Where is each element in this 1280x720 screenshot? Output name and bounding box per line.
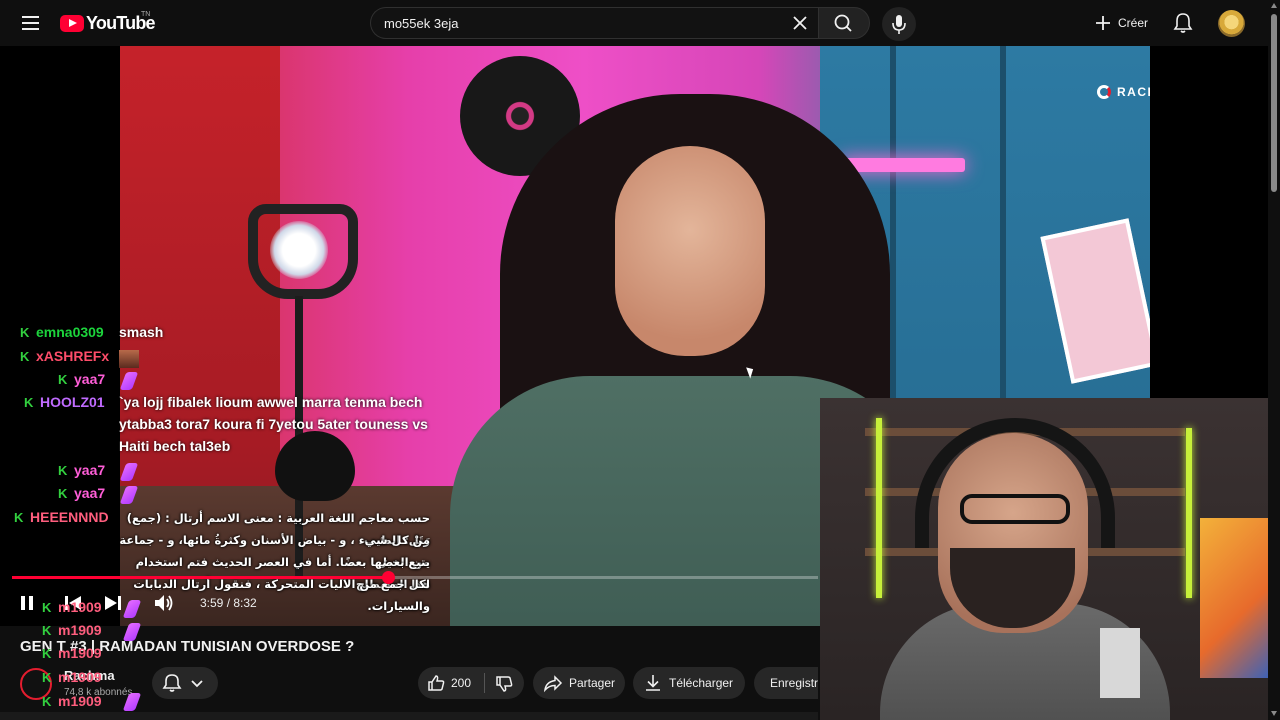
chat-message: K HOOLZ01 [24,391,105,414]
kick-icon: K [42,646,52,661]
emote-zap-icon [119,369,139,391]
headphones [915,418,1115,548]
share-icon [543,675,563,693]
share-button[interactable]: Partager [533,667,625,699]
scroll-thumb[interactable] [1271,14,1277,192]
chat-message: Kyaa7 [58,482,105,505]
download-button[interactable]: Télécharger [633,667,745,699]
emote-zap-icon [122,597,142,619]
chat-message: Kyaa7 [58,459,105,482]
progress-played [12,576,389,579]
kick-icon: K [20,349,30,364]
chevron-down-icon [191,680,203,688]
pause-button[interactable] [18,592,36,614]
chat-message: Km1909 [42,642,102,665]
chat-message-text: smash [119,324,164,340]
chat-message-text: `ya lojj fibalek lioum awwel marra tenma… [119,394,423,410]
create-label: Créer [1118,16,1149,30]
youtube-play-icon [60,14,84,32]
emote-zap-icon [119,483,139,505]
logo-country-code: TN [141,11,151,18]
thumbs-down-icon[interactable] [494,674,514,694]
thumbs-up-icon[interactable] [426,673,446,693]
channel-watermark: RACHMA [1097,83,1150,101]
kick-icon: K [14,510,24,525]
kick-icon: K [42,694,52,709]
next-icon[interactable] [104,592,122,614]
time-display: 3:59 / 8:32 [200,596,257,610]
chat-message: Km1909 [42,666,102,689]
kick-icon: K [58,486,68,501]
chat-message: KxASHREFx [20,345,109,368]
create-button[interactable]: Créer [1086,7,1158,39]
volume-icon[interactable] [153,592,175,614]
chat-message: Km1909 [42,596,102,619]
download-icon [646,675,660,691]
emote-zap-icon [122,690,142,712]
rachma-logo-icon [1097,85,1111,99]
clear-search-icon[interactable] [789,12,811,34]
presenter [615,146,765,356]
chat-message-text: ytabba3 tora7 koura fi 7yetou 5ater toun… [119,416,428,432]
like-count: 200 [451,676,472,690]
progress-bar[interactable] [12,571,818,584]
kick-icon: K [20,325,30,340]
top-bar: YouTube TN Créer [0,0,1280,46]
studio-lamp [270,221,328,279]
chat-message-text: Haiti bech tal3eb [119,438,231,454]
chat-message: K HEEENNND [14,506,109,529]
scroll-up-icon[interactable] [1271,3,1277,8]
bell-icon [162,674,203,692]
kick-icon: K [58,372,68,387]
kick-icon: K [58,463,68,478]
emote-zap-icon [119,460,139,482]
notifications-bell-icon[interactable] [1170,10,1196,36]
search-button[interactable] [818,7,870,39]
scroll-down-icon[interactable] [1271,711,1277,716]
microphone-icon [892,15,906,34]
save-button[interactable]: Enregistrer [754,667,818,699]
subscription-bell-button[interactable] [152,667,218,699]
neon-light [840,158,965,172]
chat-message: Kyaa7 [58,368,105,391]
account-avatar[interactable] [1218,10,1245,37]
page-scrollbar[interactable] [1268,0,1280,720]
menu-icon[interactable] [14,7,46,39]
like-dislike-group: 200 [418,667,524,699]
plus-icon [1096,16,1110,30]
voice-search-button[interactable] [882,7,916,41]
streamer-webcam [820,398,1268,720]
kick-icon: K [42,670,52,685]
kick-icon: K [24,395,34,410]
chat-message: Km1909 [42,690,102,713]
search-icon [834,14,852,32]
kick-icon: K [42,600,52,615]
chat-message: Kemna0309 [20,321,104,344]
search-box [370,7,818,39]
search-input[interactable] [384,8,784,38]
emote-picture-icon [119,347,139,369]
